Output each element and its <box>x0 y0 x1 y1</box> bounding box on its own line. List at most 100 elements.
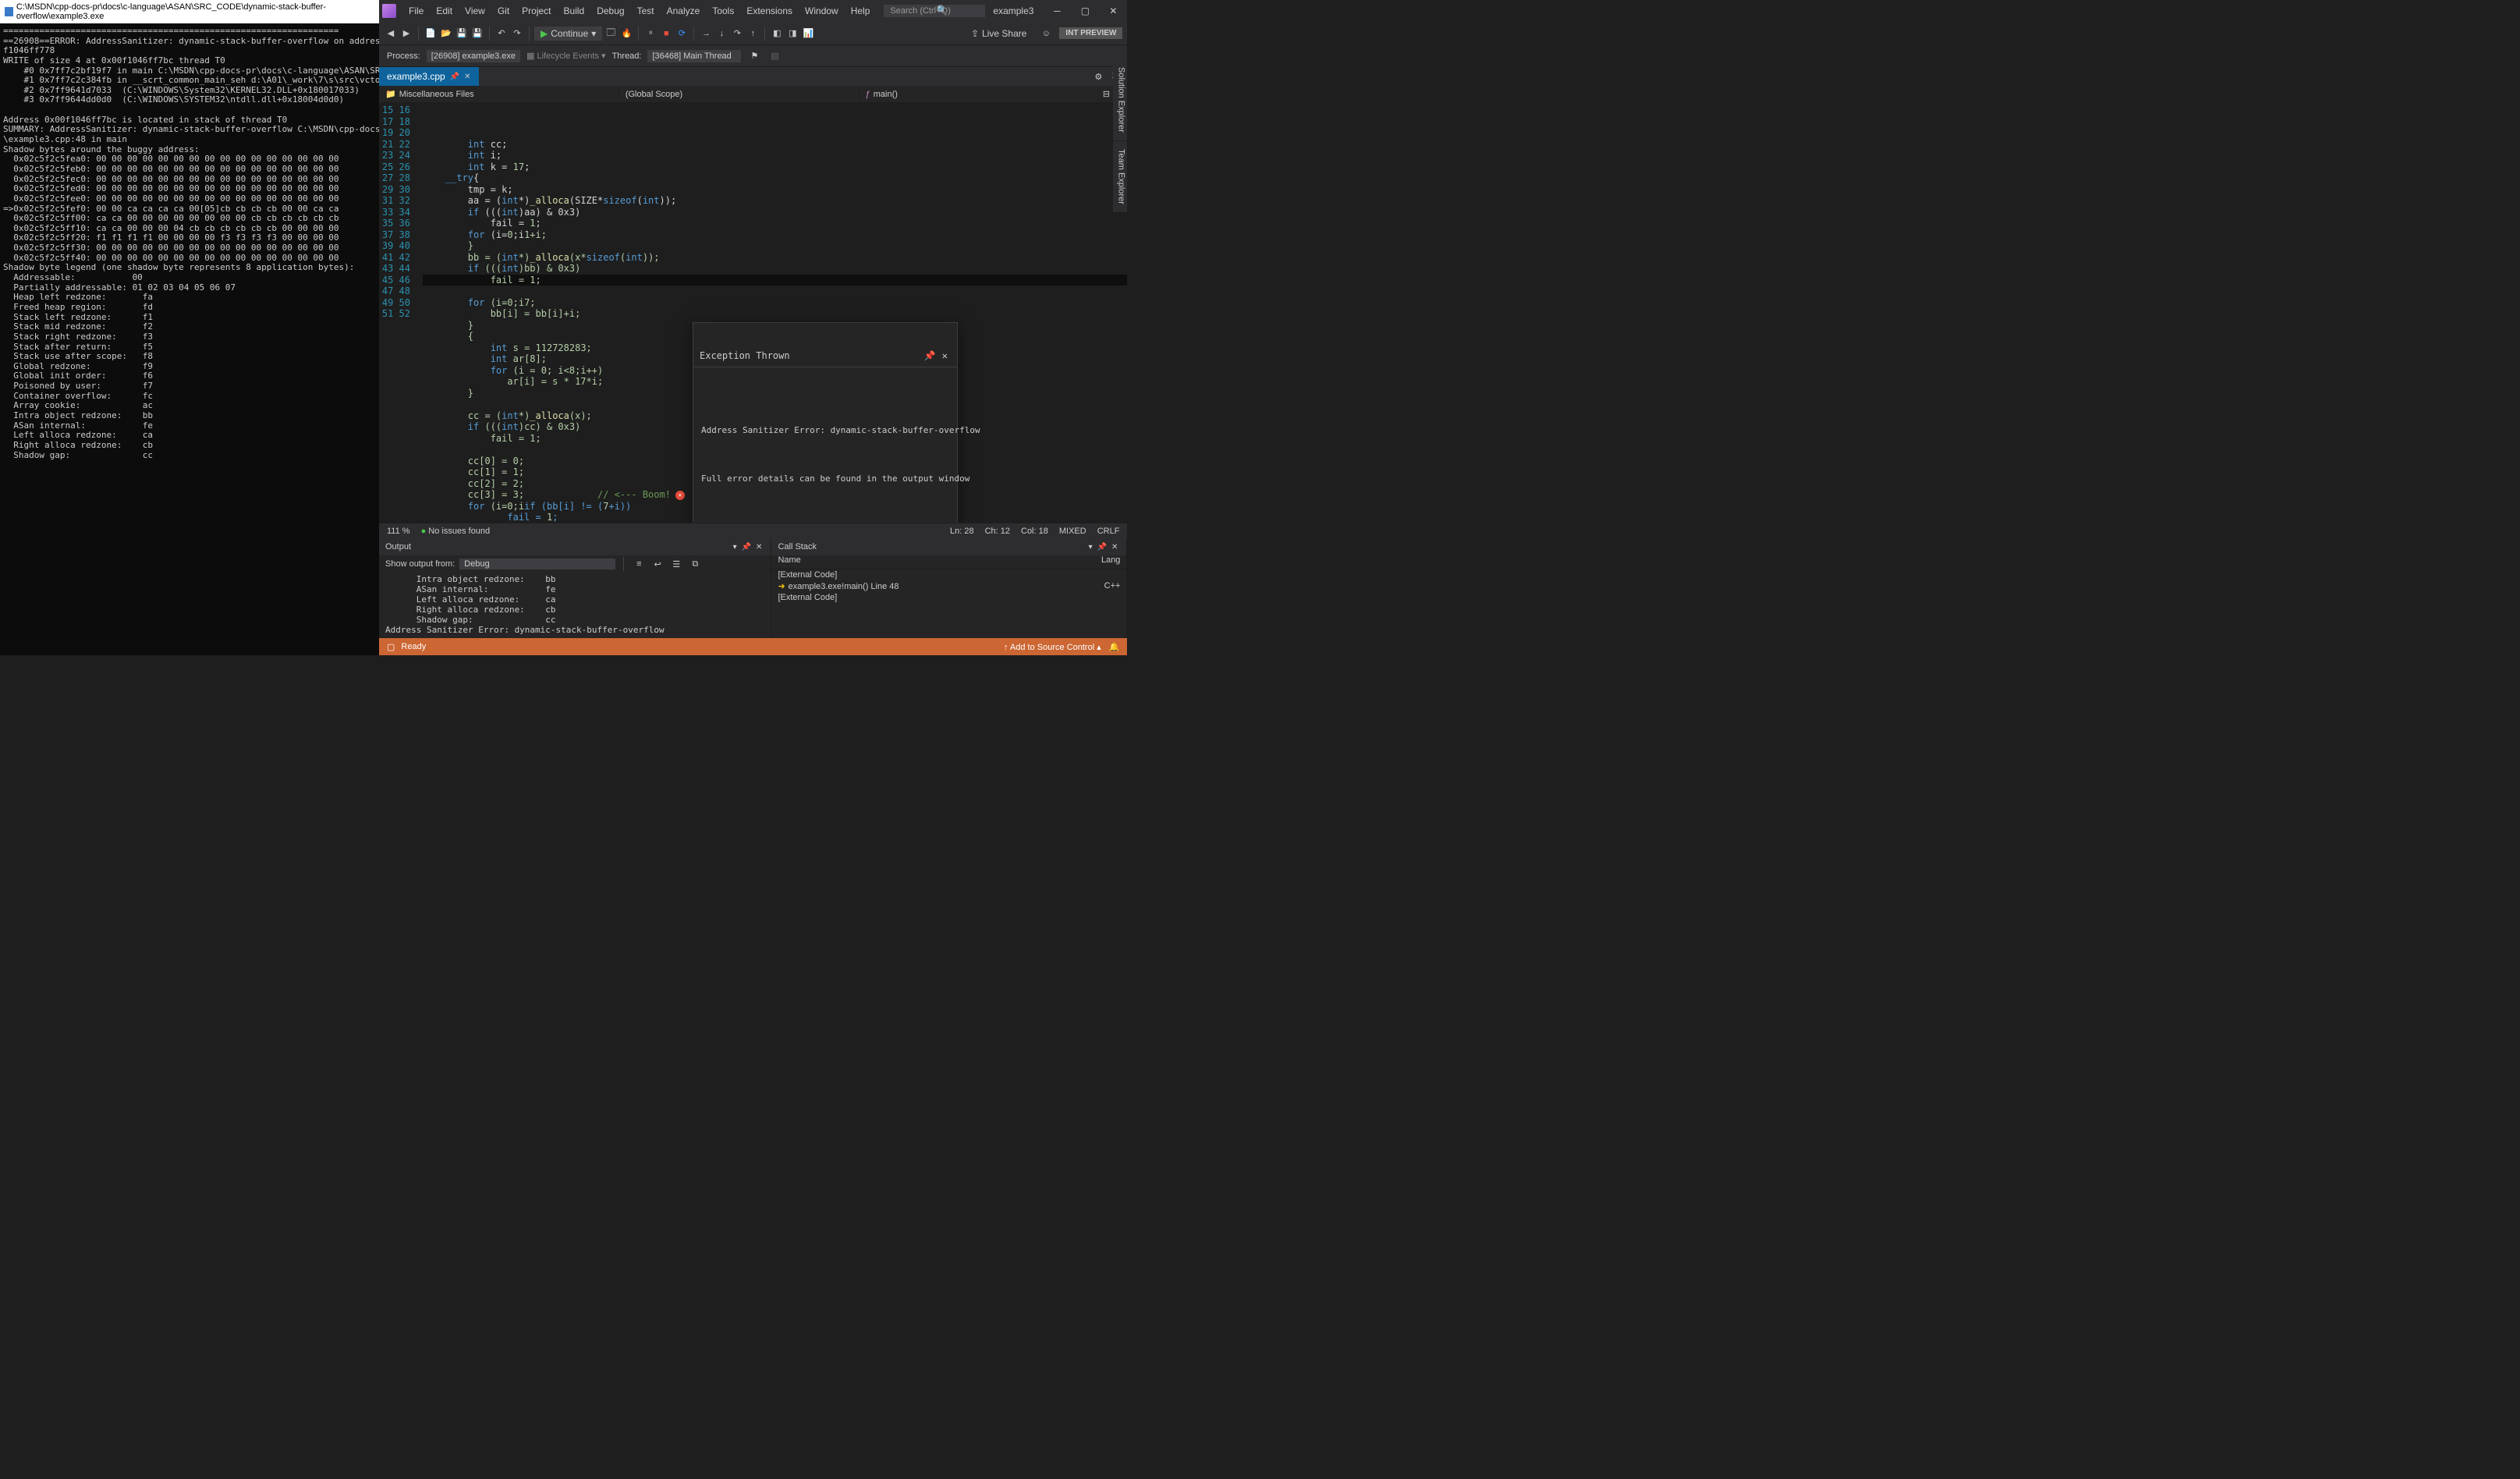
stop-icon[interactable]: ■ <box>659 27 673 41</box>
callstack-row[interactable]: ➜example3.exe!main() Line 48C++ <box>771 580 1126 592</box>
editor-status-bar: 111 % ● No issues found Ln: 28 Ch: 12 Co… <box>379 523 1127 538</box>
pin-icon[interactable]: 📌 <box>921 350 939 362</box>
code-text[interactable]: int cc; int i; int k = 17; __try{ tmp = … <box>423 103 1127 523</box>
solution-explorer-tab[interactable]: Solution Explorer <box>1113 59 1127 141</box>
close-panel-icon[interactable]: ✕ <box>1109 543 1120 552</box>
notifications-icon[interactable]: 🔔 <box>1109 642 1120 652</box>
thread-combo[interactable]: [36468] Main Thread <box>647 50 741 62</box>
open-icon[interactable]: 📂 <box>439 27 453 41</box>
menu-project[interactable]: Project <box>516 2 557 20</box>
code-navigation-bar: 📁Miscellaneous Files (Global Scope) ƒ ma… <box>379 86 1127 103</box>
chevron-down-icon[interactable]: ▾ <box>731 543 739 552</box>
menu-debug[interactable]: Debug <box>590 2 630 20</box>
menu-build[interactable]: Build <box>558 2 591 20</box>
eol-mode[interactable]: CRLF <box>1097 527 1120 536</box>
save-all-icon[interactable]: 💾 <box>470 27 484 41</box>
thread-label: Thread: <box>612 51 642 61</box>
pin-icon[interactable]: 📌 <box>739 543 753 552</box>
process-combo[interactable]: [26908] example3.exe <box>427 50 520 62</box>
scope-combo[interactable]: (Global Scope) <box>619 88 859 101</box>
member-combo[interactable]: ƒ main() <box>859 88 1100 101</box>
menu-git[interactable]: Git <box>491 2 516 20</box>
char-indicator[interactable]: Ch: 12 <box>985 527 1010 536</box>
gear-icon[interactable]: ⚙ <box>1091 69 1105 83</box>
step-into-icon[interactable]: ↓ <box>714 27 728 41</box>
code-editor[interactable]: 15 16 17 18 19 20 21 22 23 24 25 26 27 2… <box>379 103 1127 523</box>
callstack-row[interactable]: [External Code] <box>771 569 1126 580</box>
callstack-panel: Call Stack ▾ 📌 ✕ Name Lang [External Cod… <box>771 538 1127 638</box>
callstack-col-name[interactable]: Name <box>778 555 1081 569</box>
pin-icon[interactable]: 📌 <box>450 73 459 81</box>
show-next-statement-icon[interactable]: → <box>699 27 713 41</box>
menu-window[interactable]: Window <box>799 2 845 20</box>
line-indicator[interactable]: Ln: 28 <box>950 527 974 536</box>
flag-icon[interactable]: ⚑ <box>747 49 761 63</box>
output-text[interactable]: Intra object redzone: bb ASan internal: … <box>379 573 771 638</box>
diagnostic-icon[interactable]: 📊 <box>801 27 815 41</box>
callstack-body[interactable]: [External Code]➜example3.exe!main() Line… <box>771 569 1126 638</box>
settings-icon[interactable]: ⧉ <box>688 557 702 571</box>
separator <box>764 27 765 41</box>
callstack-col-lang[interactable]: Lang <box>1081 555 1120 569</box>
quick-search-input[interactable]: Search (Ctrl+Q) <box>884 5 985 17</box>
search-icon[interactable]: 🔍 <box>936 5 948 16</box>
console-titlebar[interactable]: C:\MSDN\cpp-docs-pr\docs\c-language\ASAN… <box>0 0 379 23</box>
redo-icon[interactable]: ↷ <box>510 27 524 41</box>
menu-file[interactable]: File <box>402 2 430 20</box>
show-output-label: Show output from: <box>385 559 455 569</box>
toggle-wrap-icon[interactable]: ↩ <box>650 557 665 571</box>
separator <box>418 27 419 41</box>
menu-analyze[interactable]: Analyze <box>661 2 707 20</box>
menu-extensions[interactable]: Extensions <box>740 2 799 20</box>
step-over-icon[interactable]: ↷ <box>730 27 744 41</box>
live-share-button[interactable]: ⇪ Live Share <box>965 27 1033 41</box>
close-button[interactable]: ✕ <box>1102 3 1124 19</box>
add-source-control-button[interactable]: ↑ Add to Source Control ▴ <box>1004 642 1101 652</box>
undo-icon[interactable]: ↶ <box>494 27 509 41</box>
save-icon[interactable]: 💾 <box>455 27 469 41</box>
close-panel-icon[interactable]: ✕ <box>753 543 764 552</box>
stack-frame-icon[interactable]: ▤ <box>767 49 782 63</box>
continue-label: Continue <box>551 28 588 39</box>
vs-titlebar: FileEditViewGitProjectBuildDebugTestAnal… <box>379 0 1127 22</box>
zoom-level[interactable]: 111 % <box>387 527 410 536</box>
nav-back-icon[interactable]: ◀ <box>384 27 398 41</box>
new-project-icon[interactable]: 📄 <box>424 27 438 41</box>
menu-help[interactable]: Help <box>845 2 877 20</box>
bottom-panels: Output ▾ 📌 ✕ Show output from: Debug ≡ ↩… <box>379 538 1127 638</box>
close-icon[interactable]: ✕ <box>939 350 951 362</box>
debug-target-icon[interactable]: 🗔 <box>604 27 618 41</box>
pin-icon[interactable]: 📌 <box>1095 543 1109 552</box>
menu-tools[interactable]: Tools <box>706 2 740 20</box>
snapshot-icon[interactable]: ◨ <box>785 27 799 41</box>
tab-example3-cpp[interactable]: example3.cpp 📌 ✕ <box>379 67 479 86</box>
list-icon[interactable]: ☰ <box>669 557 683 571</box>
col-indicator[interactable]: Col: 18 <box>1021 527 1048 536</box>
hot-reload-icon[interactable]: 🔥 <box>619 27 633 41</box>
team-explorer-tab[interactable]: Team Explorer <box>1113 141 1127 213</box>
menu-edit[interactable]: Edit <box>430 2 459 20</box>
indent-mode[interactable]: MIXED <box>1059 527 1086 536</box>
split-icon[interactable]: ⊟ <box>1099 87 1113 101</box>
debug-location-toolbar: Process: [26908] example3.exe ▦ Lifecycl… <box>379 45 1127 67</box>
callstack-row[interactable]: [External Code] <box>771 592 1126 603</box>
project-combo[interactable]: 📁Miscellaneous Files <box>379 87 619 101</box>
clear-icon[interactable]: ≡ <box>632 557 646 571</box>
intellitrace-icon[interactable]: ◧ <box>770 27 784 41</box>
close-tab-icon[interactable]: ✕ <box>464 73 470 81</box>
feedback-icon[interactable]: ☺ <box>1039 27 1053 41</box>
menu-test[interactable]: Test <box>631 2 661 20</box>
misc-files-icon: 📁 <box>385 89 396 99</box>
issues-status[interactable]: ● No issues found <box>421 527 491 536</box>
lifecycle-events-button[interactable]: ▦ Lifecycle Events ▾ <box>526 51 606 61</box>
minimize-button[interactable]: ─ <box>1046 3 1068 19</box>
pause-icon[interactable]: ⏸ <box>643 27 657 41</box>
step-out-icon[interactable]: ↑ <box>746 27 760 41</box>
chevron-down-icon[interactable]: ▾ <box>1086 543 1095 552</box>
nav-forward-icon[interactable]: ▶ <box>399 27 413 41</box>
menu-view[interactable]: View <box>459 2 491 20</box>
continue-button[interactable]: ▶ Continue ▾ <box>534 27 602 41</box>
restart-icon[interactable]: ⟳ <box>675 27 689 41</box>
output-source-combo[interactable]: Debug <box>459 559 615 569</box>
maximize-button[interactable]: ▢ <box>1074 3 1096 19</box>
